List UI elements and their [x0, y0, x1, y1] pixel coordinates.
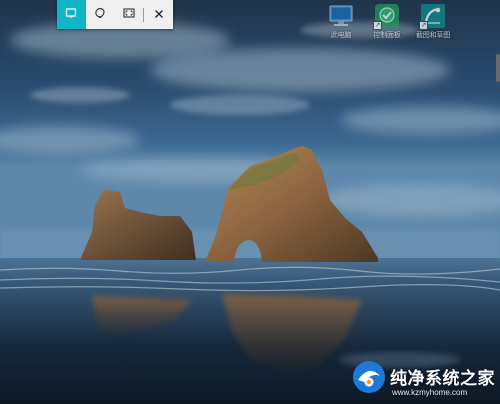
- edge-scroll-handle: [496, 54, 500, 82]
- freeform-snip-icon: [94, 6, 106, 24]
- desktop-wallpaper: [0, 0, 500, 404]
- desktop-icon-this-pc[interactable]: 此电脑: [318, 2, 364, 46]
- rectangle-snip-button[interactable]: [57, 0, 86, 29]
- fullscreen-snip-icon: [123, 6, 135, 24]
- shortcut-arrow-icon: ↗: [419, 21, 428, 30]
- freeform-snip-button[interactable]: [86, 0, 115, 29]
- desktop-icon-label: 此电脑: [330, 32, 352, 39]
- desktop-icon-label: 截图和草图: [416, 32, 450, 39]
- desktop-icon-control-panel[interactable]: ↗ 控制面板: [364, 2, 410, 46]
- watermark-url: www.kzmyhome.com: [392, 388, 468, 397]
- snip-toolbar: [57, 0, 173, 29]
- desktop-icon-snip-sketch[interactable]: ↗ 截图和草图: [410, 2, 456, 46]
- control-panel-icon: ↗: [373, 2, 401, 30]
- rectangle-snip-icon: [65, 6, 77, 24]
- this-pc-icon: [327, 2, 355, 30]
- shortcut-arrow-icon: ↗: [373, 21, 382, 30]
- watermark: 纯净系统之家 www.kzmyhome.com: [352, 356, 498, 402]
- desktop-icons: 此电脑 ↗ 控制面板 ↗ 截图和草图: [318, 2, 456, 46]
- desktop-icon-label: 控制面板: [373, 32, 401, 39]
- watermark-title: 纯净系统之家: [390, 369, 495, 388]
- watermark-logo-icon: [353, 361, 385, 393]
- snip-sketch-icon: ↗: [419, 2, 447, 30]
- fullscreen-snip-button[interactable]: [115, 0, 144, 29]
- close-snip-button[interactable]: [144, 0, 173, 29]
- close-icon: [154, 6, 164, 24]
